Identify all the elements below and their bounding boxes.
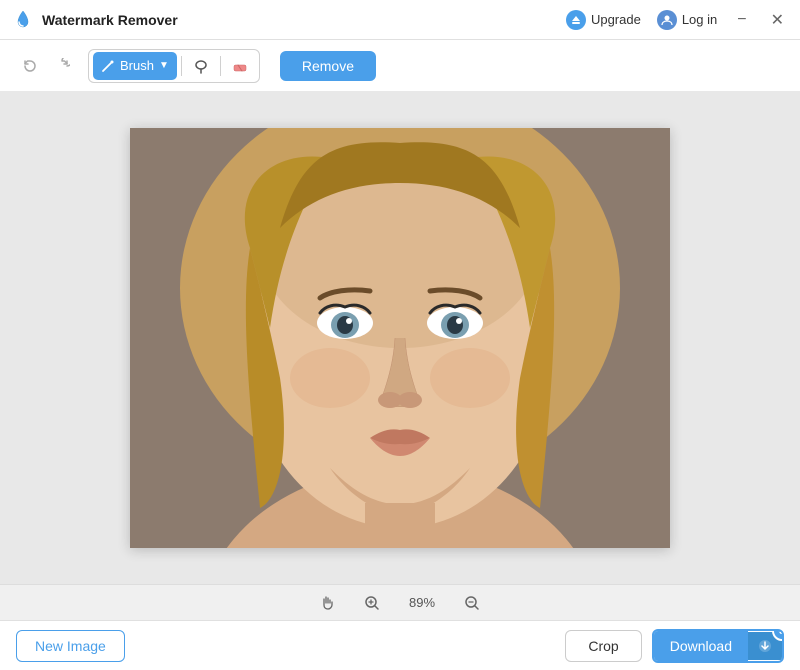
user-icon (657, 10, 677, 30)
toolbar: Brush ▼ Remove (0, 40, 800, 92)
status-bar: 89% (0, 584, 800, 620)
lasso-tool-button[interactable] (186, 52, 216, 80)
tool-divider2 (220, 56, 221, 76)
upgrade-button[interactable]: Upgrade (566, 10, 641, 30)
close-button[interactable]: ✕ (767, 8, 788, 32)
canvas-area[interactable] (0, 92, 800, 584)
undo-button[interactable] (16, 52, 44, 80)
redo-button[interactable] (48, 52, 76, 80)
app-title: Watermark Remover (42, 12, 178, 28)
login-button[interactable]: Log in (657, 10, 717, 30)
brush-button[interactable]: Brush ▼ (93, 52, 177, 80)
bottom-right-actions: Crop 5 Download (565, 629, 784, 663)
title-bar: Watermark Remover Upgrade Log in − ✕ (0, 0, 800, 40)
crop-button[interactable]: Crop (565, 630, 641, 662)
titlebar-left: Watermark Remover (12, 9, 178, 31)
portrait-image (130, 128, 670, 548)
app-logo-icon (12, 9, 34, 31)
bottom-bar: New Image Crop 5 Download (0, 620, 800, 670)
minimize-button[interactable]: − (733, 9, 750, 31)
brush-chevron-icon: ▼ (159, 60, 169, 71)
tool-divider (181, 56, 182, 76)
zoom-in-button[interactable] (358, 589, 386, 617)
titlebar-right: Upgrade Log in − ✕ (566, 8, 788, 32)
zoom-level: 89% (402, 595, 442, 610)
remove-button[interactable]: Remove (280, 51, 376, 81)
hand-tool-button[interactable] (314, 589, 342, 617)
zoom-out-button[interactable] (458, 589, 486, 617)
upgrade-icon (566, 10, 586, 30)
eraser-tool-button[interactable] (225, 52, 255, 80)
brush-tool-group: Brush ▼ (88, 49, 260, 83)
download-button[interactable]: Download (654, 631, 748, 661)
download-group: 5 Download (652, 629, 784, 663)
new-image-button[interactable]: New Image (16, 630, 125, 662)
image-container (130, 128, 670, 548)
undo-redo-group (16, 52, 76, 80)
